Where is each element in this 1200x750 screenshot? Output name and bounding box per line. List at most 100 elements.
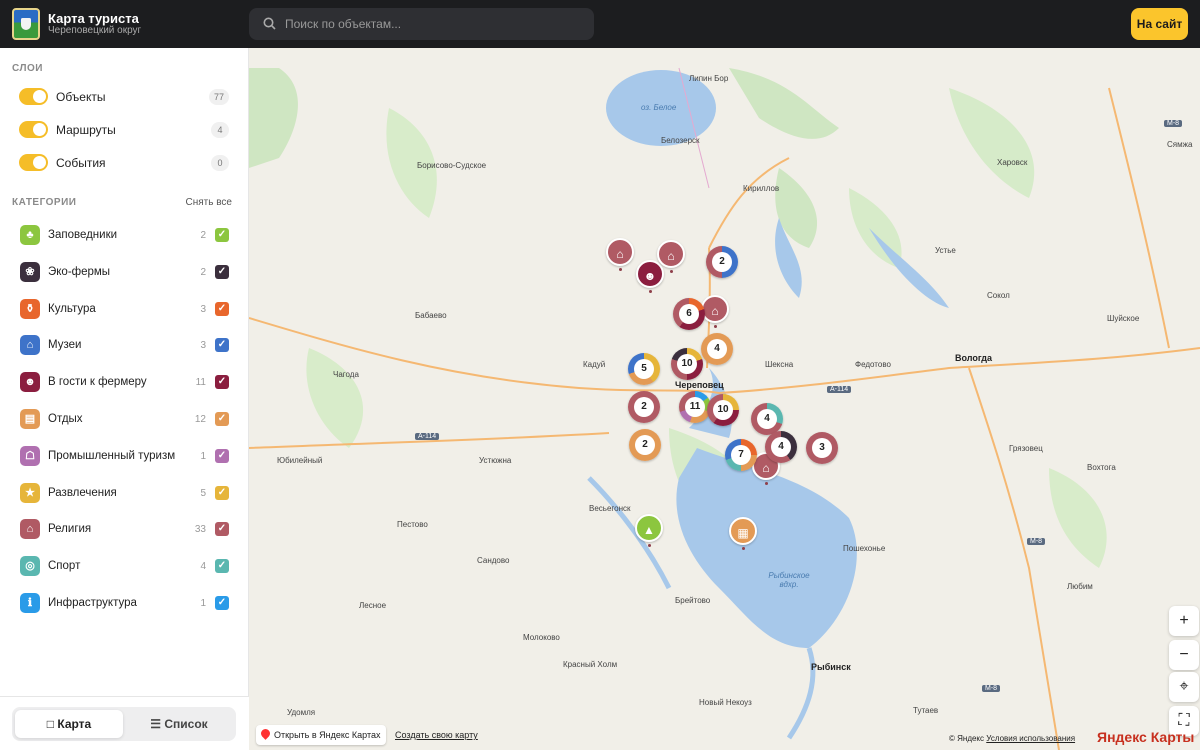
category-checkbox[interactable]: ✓	[215, 338, 229, 353]
zoom-in-button[interactable]: +	[1169, 606, 1199, 636]
app-title: Карта туриста	[48, 11, 139, 26]
copyright-text: © Яндекс	[949, 734, 985, 743]
category-row[interactable]: ★ Развлечения 5 ✓	[0, 478, 249, 508]
cluster-marker[interactable]: 5	[628, 353, 660, 385]
tab-map[interactable]: □ Карта	[15, 710, 123, 738]
category-row[interactable]: ☖ Промышленный туризм 1 ✓	[0, 441, 249, 471]
cluster-marker[interactable]: 4	[701, 333, 733, 365]
place-label: Чагода	[333, 370, 359, 379]
category-row[interactable]: ❀ Эко-фермы 2 ✓	[0, 257, 249, 287]
open-in-yandex-button[interactable]: Открыть в Яндекс Картах	[256, 725, 387, 745]
tree-icon: ▲	[643, 523, 655, 537]
category-label: Развлечения	[48, 486, 117, 499]
category-row[interactable]: ♣ Заповедники 2 ✓	[0, 220, 249, 250]
category-row[interactable]: ⚱ Культура 3 ✓	[0, 294, 249, 324]
clear-all-link[interactable]: Снять все	[186, 197, 233, 208]
category-count: 4	[200, 561, 206, 573]
category-row[interactable]: ⌂ Музеи 3 ✓	[0, 330, 249, 360]
layer-row[interactable]: Маршруты 4	[0, 115, 249, 145]
paw-icon: ❀	[20, 261, 40, 282]
place-label: Удомля	[287, 708, 316, 717]
rybinsk-reservoir-label: Рыбинское вдхр.	[768, 571, 810, 589]
create-map-link[interactable]: Создать свою карту	[395, 730, 478, 740]
category-checkbox[interactable]: ✓	[215, 375, 229, 390]
category-row[interactable]: ℹ Инфраструктура 1 ✓	[0, 588, 249, 618]
party-icon: ★	[20, 482, 40, 503]
religion-marker[interactable]: ⌂	[657, 240, 685, 273]
place-label: Пестово	[397, 520, 428, 529]
category-checkbox[interactable]: ✓	[215, 228, 229, 242]
cluster-count: 7	[731, 445, 751, 465]
nature-reserve-marker[interactable]: ▲	[635, 514, 663, 547]
place-label: Белозерск	[661, 136, 700, 145]
layer-toggle[interactable]	[19, 121, 48, 138]
place-label: Бабаево	[415, 311, 447, 320]
category-checkbox[interactable]: ✓	[215, 596, 229, 610]
category-label: В гости к фермеру	[48, 376, 147, 389]
road-badge: А-114	[415, 433, 440, 440]
religion-marker[interactable]: ⌂	[701, 295, 729, 328]
cluster-marker[interactable]: 6	[673, 298, 705, 330]
cluster-marker[interactable]: 4	[765, 431, 797, 463]
category-checkbox[interactable]: ✓	[215, 522, 229, 537]
cluster-marker[interactable]: 2	[706, 246, 738, 278]
terms-link[interactable]: Условия использования	[986, 734, 1075, 743]
category-checkbox[interactable]: ✓	[215, 485, 229, 500]
church-icon: ⌂	[667, 249, 675, 263]
to-site-button[interactable]: На сайт	[1131, 8, 1188, 40]
farmer-marker[interactable]: ☻	[636, 260, 664, 293]
religion-marker[interactable]: ⌂	[606, 238, 634, 271]
category-row[interactable]: ⌂ Религия 33 ✓	[0, 514, 249, 544]
category-count: 2	[200, 230, 206, 241]
view-switcher-bar: □ Карта ☰ Список	[0, 696, 249, 750]
category-checkbox[interactable]: ✓	[215, 264, 229, 279]
tab-map-label: Карта	[57, 717, 92, 731]
layer-toggle[interactable]	[19, 154, 48, 171]
layer-row[interactable]: События 0	[0, 148, 249, 178]
view-switcher: □ Карта ☰ Список	[12, 707, 236, 741]
layer-count-badge: 0	[211, 155, 229, 171]
locate-me-button[interactable]: ⌖	[1169, 672, 1199, 702]
map-copyright: © Яндекс Условия использования	[949, 734, 1075, 743]
category-count: 3	[200, 340, 206, 352]
search-input[interactable]	[285, 8, 575, 40]
place-label: Весьегонск	[589, 504, 631, 513]
category-checkbox[interactable]: ✓	[215, 412, 229, 426]
zoom-out-button[interactable]: −	[1169, 640, 1199, 670]
search-box[interactable]	[249, 8, 594, 40]
tab-list[interactable]: ☰ Список	[125, 710, 233, 738]
cluster-marker[interactable]: 2	[628, 391, 660, 423]
layer-row[interactable]: Объекты 77	[0, 82, 249, 112]
cluster-marker[interactable]: 7	[725, 439, 757, 471]
category-label: Культура	[48, 302, 96, 315]
category-checkbox[interactable]: ✓	[215, 301, 229, 316]
cluster-marker[interactable]: 10	[671, 348, 703, 380]
category-checkbox[interactable]: ✓	[215, 448, 229, 463]
category-row[interactable]: ◎ Спорт 4 ✓	[0, 551, 249, 581]
cluster-count: 2	[634, 397, 654, 417]
place-label: Лесное	[359, 601, 387, 610]
tab-list-label: Список	[164, 717, 208, 731]
cluster-marker[interactable]: 2	[629, 429, 661, 461]
layer-label: Объекты	[56, 90, 106, 104]
place-label: Борисово-Судское	[417, 161, 487, 170]
farmer-icon: ☻	[20, 372, 40, 393]
cluster-marker[interactable]: 3	[806, 432, 838, 464]
cluster-count: 4	[771, 437, 791, 457]
map-canvas[interactable]: Липин Бор Белозерск Борисово-Судское Кирилл…	[249, 48, 1200, 750]
place-label: Грязовец	[1009, 444, 1043, 453]
district-emblem-logo	[12, 8, 40, 40]
category-label: Заповедники	[48, 229, 118, 241]
category-row[interactable]: ▤ Отдых 12 ✓	[0, 404, 249, 434]
road-badge: М-8	[1027, 538, 1046, 545]
cluster-count: 5	[634, 359, 654, 379]
category-checkbox[interactable]: ✓	[215, 559, 229, 574]
category-row[interactable]: ☻ В гости к фермеру 11 ✓	[0, 367, 249, 397]
cluster-marker[interactable]: 10	[707, 394, 739, 426]
rest-marker[interactable]: ▦	[729, 517, 757, 550]
category-label: Инфраструктура	[48, 597, 137, 609]
museum-icon: ⌂	[20, 335, 40, 356]
layer-toggle[interactable]	[19, 88, 48, 105]
info-icon: ℹ	[20, 593, 40, 613]
crosshair-icon: ⌖	[1179, 678, 1189, 695]
